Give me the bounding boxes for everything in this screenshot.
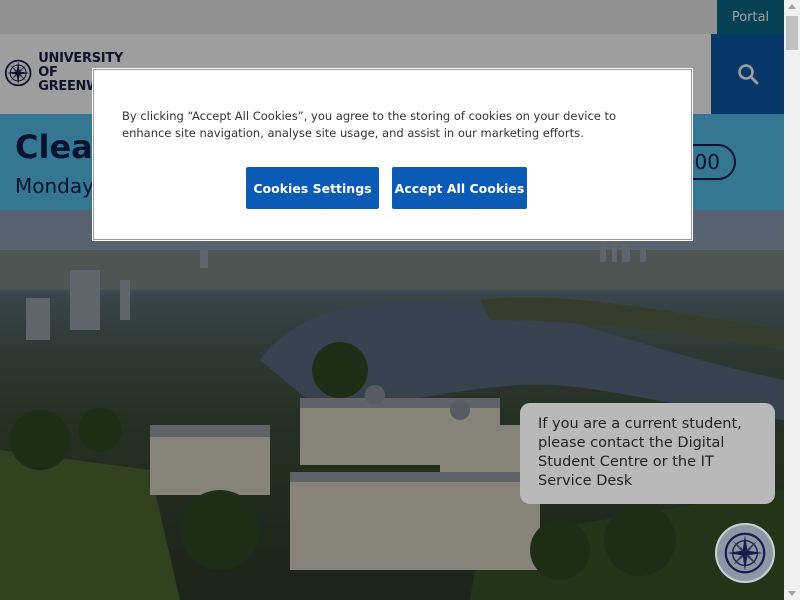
vertical-scrollbar[interactable]	[784, 0, 800, 600]
scrollbar-thumb[interactable]	[786, 16, 798, 50]
scroll-up-arrow-icon[interactable]	[788, 4, 796, 9]
cookies-settings-button[interactable]: Cookies Settings	[246, 167, 379, 209]
compass-icon	[724, 532, 766, 574]
scroll-down-arrow-icon[interactable]	[788, 591, 796, 596]
accept-all-cookies-button[interactable]: Accept All Cookies	[392, 167, 527, 209]
cookie-consent-dialog: By clicking “Accept All Cookies”, you ag…	[93, 69, 692, 240]
chat-launcher-button[interactable]	[715, 523, 775, 583]
cookie-consent-text: By clicking “Accept All Cookies”, you ag…	[122, 109, 617, 140]
chat-message-bubble[interactable]: If you are a current student, please con…	[520, 403, 775, 504]
